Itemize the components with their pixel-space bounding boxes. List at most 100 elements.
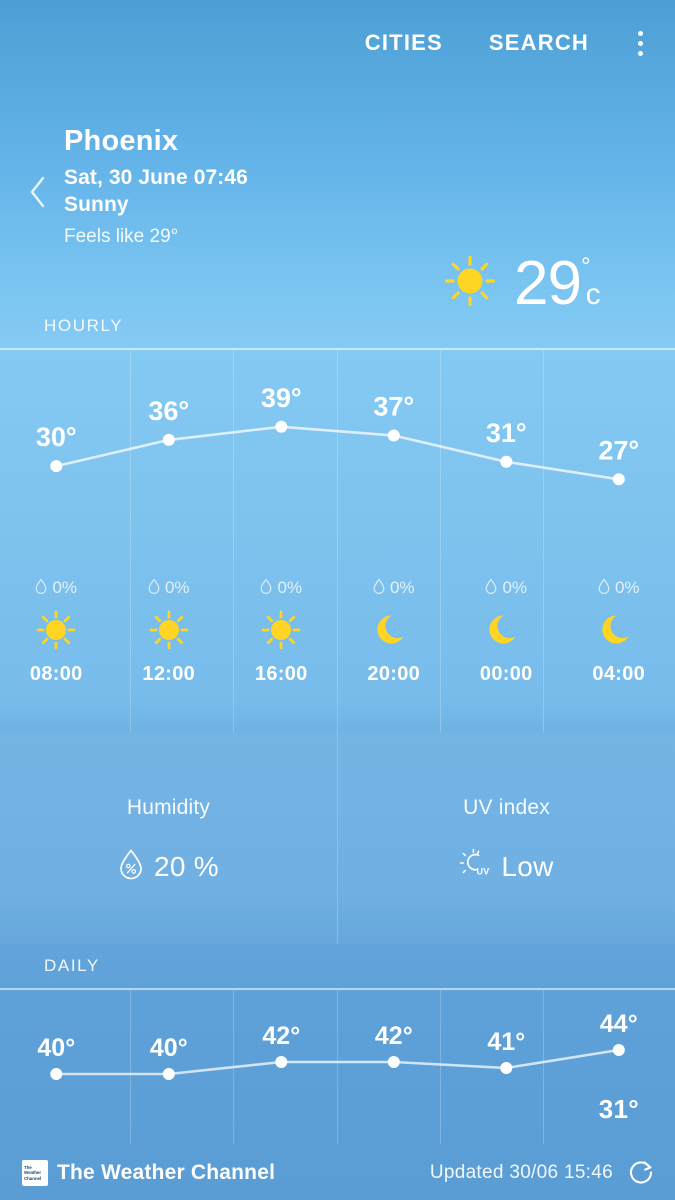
chart-data-point [162,1068,175,1080]
current-conditions-panel: Phoenix Sat, 30 June 07:46 Sunny Feels l… [0,86,675,314]
moon-icon [371,601,417,659]
moon-icon [596,601,642,659]
hourly-time-label: 12:00 [142,663,196,685]
hourly-time-label: 04:00 [592,663,646,685]
hourly-column[interactable]: 0% 20:00 [338,575,451,710]
chart-data-label: 37° [373,392,414,422]
chart-data-point [387,1056,400,1068]
metric-value: Low [501,851,554,882]
chart-data-point [387,429,400,442]
chart-data-point [500,455,513,468]
metric-uv-index[interactable]: UV index UV Low [337,732,675,944]
chart-data-label: 41° [487,1028,525,1056]
cities-button[interactable]: CITIES [365,30,443,56]
sun-icon [258,601,304,659]
chart-data-point [612,1044,625,1056]
svg-text:UV: UV [477,866,490,876]
refresh-icon[interactable] [627,1158,657,1188]
hourly-forecast-panel[interactable]: 30° 36° 39° 37° 31° 27° 0% 08:00 0% 12:0… [0,350,675,732]
sun-icon [146,601,192,659]
current-temperature: 29°c [514,252,604,315]
brand: The Weather Channel The Weather Channel [22,1160,275,1186]
chart-data-label: 40° [150,1034,188,1062]
precipitation-readout: 0% [485,575,527,601]
updated-timestamp: Updated 30/06 15:46 [429,1162,613,1183]
metric-value: 20 % [153,851,220,882]
precipitation-droplet-icon [35,578,47,599]
current-temperature-block: 29°c [440,251,604,316]
chart-data-point [500,1062,513,1074]
precipitation-value: 0% [502,578,528,597]
hourly-column[interactable]: 0% 00:00 [450,575,563,710]
precipitation-droplet-icon [485,578,497,599]
kebab-dot [637,40,643,46]
sun-icon [33,601,79,659]
hourly-time-label: 08:00 [29,663,83,685]
degree-symbol: ° [580,252,591,280]
hourly-time-label: 20:00 [367,663,421,685]
current-text-block: Phoenix Sat, 30 June 07:46 Sunny Feels l… [64,124,248,250]
hourly-detail-row: 0% 08:00 0% 12:00 0% 16:00 0% 20:00 0% 0… [0,575,675,710]
hourly-column[interactable]: 0% [225,575,338,710]
metric-label: UV index [463,795,550,819]
precipitation-value: 0% [614,578,640,597]
precipitation-readout: 0% [148,575,190,601]
hourly-time-label: 00:00 [479,663,533,685]
metric-value-row: UV Low [459,848,553,887]
metrics-panel: Humidity 20 % UV index UV Low [0,732,675,944]
chart-data-point [50,1068,63,1080]
metric-humidity[interactable]: Humidity 20 % [0,732,337,944]
chevron-left-icon[interactable] [18,172,58,212]
moon-icon [483,601,529,659]
brand-name: The Weather Channel [57,1161,276,1184]
chart-data-label: 42° [262,1022,300,1050]
daily-section-label: DAILY [44,956,100,975]
metric-label: Humidity [126,795,211,819]
chart-data-label: 27° [598,435,639,465]
hourly-column[interactable]: 0% [113,575,226,710]
chart-data-point [275,1056,288,1068]
metric-value-row: 20 % [118,848,219,887]
current-condition: Sunny [64,193,129,217]
sun-icon [440,251,500,316]
page-title: Phoenix [64,125,179,157]
footer-bar: The Weather Channel The Weather Channel … [0,1146,675,1200]
chart-data-point [162,433,175,446]
chart-data-label: 42° [375,1022,413,1050]
chart-data-point [275,420,288,433]
chart-data-point [50,460,63,473]
weather-app-screen: CITIES SEARCH Phoenix Sat, 30 June 07:46… [0,0,675,1200]
temperature-unit: c [585,277,601,311]
chart-data-label: 31° [486,418,527,448]
chart-data-point [612,473,625,486]
chart-data-label: 44° [600,1010,638,1038]
precipitation-readout: 0% [35,575,77,601]
kebab-dot [637,30,643,36]
precipitation-value: 0% [164,578,190,597]
kebab-menu-icon[interactable] [623,26,657,60]
chart-data-label: 40° [37,1034,75,1062]
precipitation-readout: 0% [598,575,640,601]
precipitation-droplet-icon [598,578,610,599]
humidity-droplet-icon [118,848,144,887]
hourly-section-label: HOURLY [44,316,124,335]
search-button[interactable]: SEARCH [489,30,589,56]
precipitation-value: 0% [389,578,415,597]
hourly-column[interactable]: 0% 04:00 [563,575,675,710]
precipitation-readout: 0% [260,575,302,601]
feels-like-text: Feels like 29° [64,225,179,247]
hourly-time-label: 16:00 [254,663,308,685]
chart-data-label: 39° [261,383,302,413]
chart-data-label: 36° [148,396,189,426]
top-navigation-bar: CITIES SEARCH [0,0,675,86]
daily-section-header: DAILY [0,944,675,990]
precipitation-value: 0% [52,578,78,597]
daily-temperature-chart: 40° 40° 42° 42° 41° 44° [0,1004,675,1114]
updated-block: Updated 30/06 15:46 [430,1158,657,1188]
weather-channel-logo-icon: The Weather Channel [22,1160,48,1186]
hourly-column[interactable]: 0% [0,575,113,710]
precipitation-droplet-icon [373,578,385,599]
daily-low-temperature: 31° [598,1094,639,1124]
hourly-temperature-chart: 30° 36° 39° 37° 31° 27° [0,370,675,540]
current-temperature-value: 29 [514,248,582,318]
